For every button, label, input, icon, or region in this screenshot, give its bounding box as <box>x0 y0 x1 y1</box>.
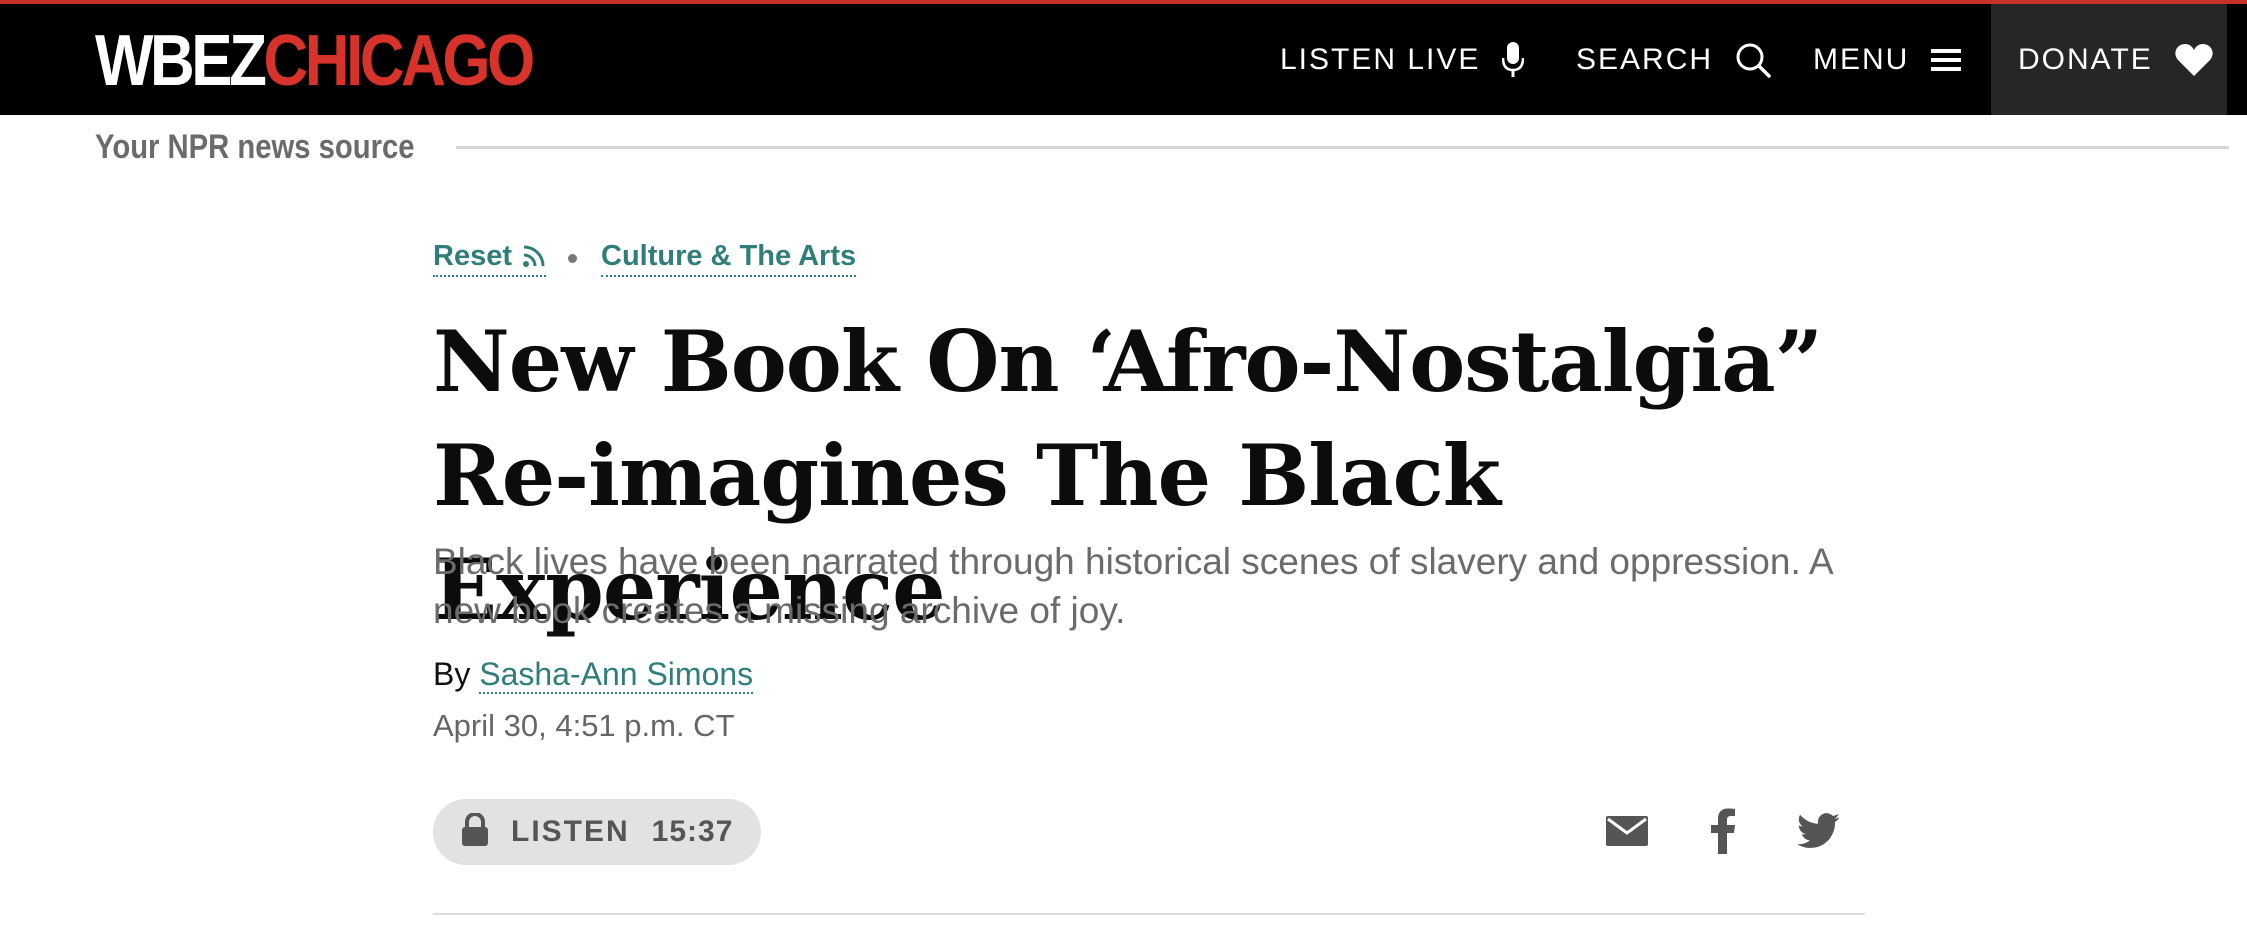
listen-duration: 15:37 <box>651 815 734 848</box>
section-link-culture-arts[interactable]: Culture & The Arts <box>601 240 857 277</box>
site-header: WBEZCHICAGO LISTEN LIVE SEARCH MENU DONA… <box>0 0 2247 115</box>
mail-icon <box>1606 815 1648 851</box>
donate-button[interactable]: DONATE <box>1991 4 2227 115</box>
publish-date: April 30, 4:51 p.m. CT <box>433 708 735 743</box>
search-icon <box>1735 42 1771 78</box>
listen-live-label: LISTEN LIVE <box>1280 42 1481 76</box>
article-kicker: Reset Culture & The Arts <box>433 236 857 280</box>
share-email-button[interactable] <box>1599 805 1655 861</box>
author-link[interactable]: Sasha-Ann Simons <box>479 656 754 694</box>
site-tagline: Your NPR news source <box>95 128 415 166</box>
menu-button[interactable]: MENU <box>1813 4 1962 115</box>
share-twitter-button[interactable] <box>1791 805 1847 861</box>
microphone-icon <box>1502 41 1525 79</box>
hamburger-icon <box>1931 47 1962 73</box>
byline: By Sasha-Ann Simons <box>433 656 754 694</box>
listen-label: LISTEN <box>511 815 630 848</box>
logo-chicago: CHICAGO <box>263 21 536 101</box>
heart-icon <box>2175 43 2213 77</box>
wbez-chicago-logo[interactable]: WBEZCHICAGO <box>95 25 535 97</box>
facebook-icon <box>1710 808 1736 859</box>
search-label: SEARCH <box>1576 42 1714 76</box>
donate-label: DONATE <box>2018 42 2153 76</box>
rss-icon <box>522 244 546 268</box>
menu-label: MENU <box>1813 42 1910 76</box>
listen-live-button[interactable]: LISTEN LIVE <box>1280 4 1525 115</box>
share-bar-divider <box>433 913 1865 915</box>
program-label: Reset <box>433 239 512 272</box>
tagline-divider <box>456 146 2229 149</box>
byline-prefix: By <box>433 656 471 692</box>
listen-audio-button[interactable]: LISTEN 15:37 <box>433 799 761 865</box>
lock-icon <box>461 811 489 852</box>
search-button[interactable]: SEARCH <box>1576 4 1771 115</box>
logo-wbez: WBEZ <box>95 21 267 101</box>
program-link-reset[interactable]: Reset <box>433 240 546 277</box>
article-dek: Black lives have been narrated through h… <box>433 541 1832 631</box>
share-facebook-button[interactable] <box>1695 805 1751 861</box>
twitter-icon <box>1797 812 1841 854</box>
kicker-separator <box>568 253 577 263</box>
